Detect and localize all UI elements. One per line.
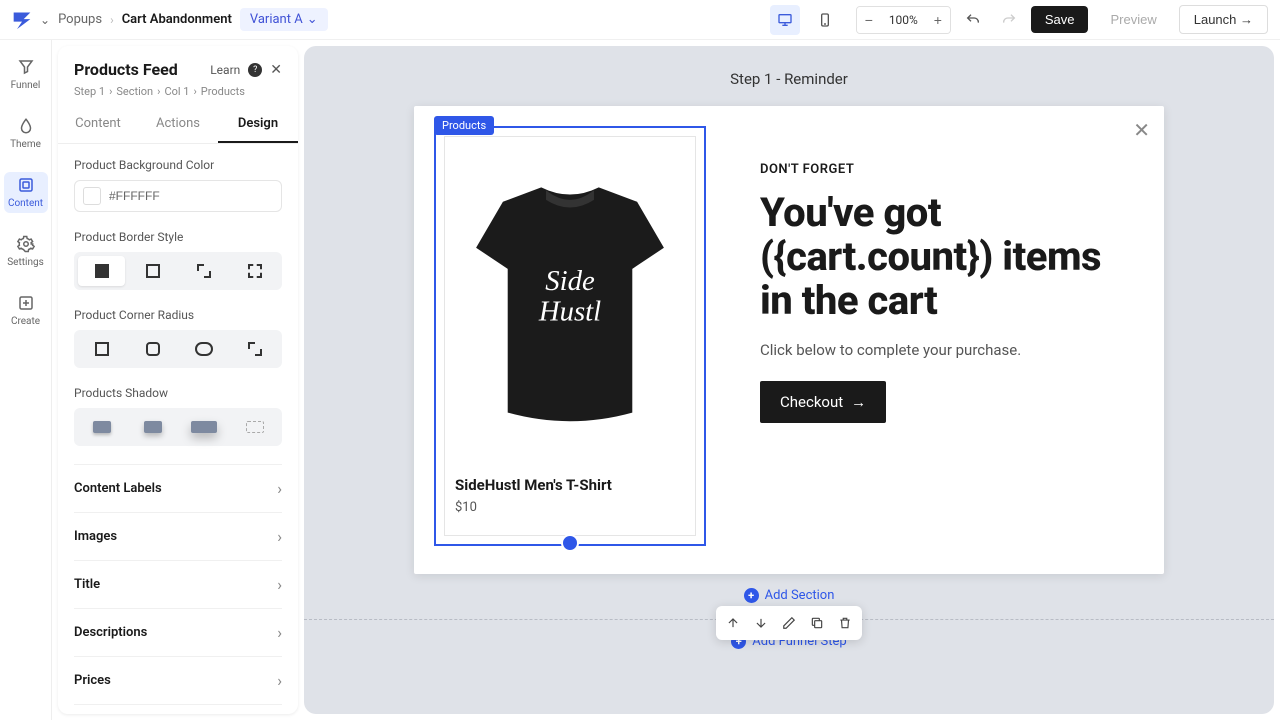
selection-badge: Products bbox=[434, 116, 494, 135]
element-toolbar bbox=[716, 606, 862, 640]
border-solid-option[interactable] bbox=[78, 256, 125, 286]
help-icon[interactable]: ? bbox=[248, 63, 262, 77]
popup-eyebrow: DON'T FORGET bbox=[760, 162, 1130, 177]
delete-button[interactable] bbox=[832, 610, 858, 636]
nav-rail: Funnel Theme Content Settings Create bbox=[0, 40, 52, 720]
radius-none-option[interactable] bbox=[78, 334, 125, 364]
save-button[interactable]: Save bbox=[1031, 6, 1089, 33]
panel-crumb-item[interactable]: Step 1 bbox=[74, 85, 105, 98]
redo-button[interactable] bbox=[995, 6, 1023, 34]
arrow-right-icon: → bbox=[851, 393, 866, 411]
breadcrumb-current[interactable]: Cart Abandonment bbox=[122, 12, 232, 27]
nav-settings[interactable]: Settings bbox=[4, 231, 48, 272]
app-logo[interactable] bbox=[12, 10, 32, 30]
panel-crumb-item[interactable]: Products bbox=[201, 85, 245, 98]
tab-actions[interactable]: Actions bbox=[138, 106, 218, 143]
launch-button[interactable]: Launch → bbox=[1179, 5, 1268, 34]
corner-radius-options bbox=[74, 330, 282, 368]
tab-content[interactable]: Content bbox=[58, 106, 138, 143]
zoom-control: − 100% + bbox=[856, 6, 951, 34]
panel-breadcrumb: Step 1› Section› Col 1› Products bbox=[74, 85, 282, 98]
resize-handle[interactable] bbox=[561, 534, 579, 552]
color-swatch[interactable] bbox=[83, 187, 101, 205]
accordion-content-labels[interactable]: Content Labels› bbox=[74, 464, 282, 512]
add-section-button[interactable]: + Add Section bbox=[744, 588, 835, 603]
chevron-right-icon: › bbox=[277, 479, 282, 498]
chevron-right-icon: › bbox=[277, 623, 282, 642]
checkout-button[interactable]: Checkout → bbox=[760, 381, 886, 423]
zoom-out-button[interactable]: − bbox=[857, 7, 881, 33]
top-bar: ⌄ Popups › Cart Abandonment Variant A ⌄ … bbox=[0, 0, 1280, 40]
panel-crumb-item[interactable]: Section bbox=[116, 85, 153, 98]
tab-design[interactable]: Design bbox=[218, 106, 298, 143]
shadow-options bbox=[74, 408, 282, 446]
move-down-button[interactable] bbox=[748, 610, 774, 636]
accordion-prices[interactable]: Prices› bbox=[74, 656, 282, 704]
border-style-options bbox=[74, 252, 282, 290]
variant-selector[interactable]: Variant A ⌄ bbox=[240, 8, 328, 31]
learn-link[interactable]: Learn bbox=[210, 63, 240, 77]
step-title: Step 1 - Reminder bbox=[730, 70, 848, 88]
product-price: $10 bbox=[455, 500, 685, 515]
nav-theme[interactable]: Theme bbox=[4, 113, 48, 154]
radius-corners-option[interactable] bbox=[231, 334, 278, 364]
chevron-right-icon: › bbox=[110, 13, 114, 27]
accordion-images[interactable]: Images› bbox=[74, 512, 282, 560]
duplicate-button[interactable] bbox=[804, 610, 830, 636]
popup-close-icon[interactable]: ✕ bbox=[1133, 118, 1150, 142]
close-icon[interactable]: ✕ bbox=[270, 62, 282, 78]
shadow-large-option[interactable] bbox=[180, 412, 227, 442]
chevron-right-icon: › bbox=[277, 575, 282, 594]
bg-color-text[interactable] bbox=[109, 189, 273, 203]
move-up-button[interactable] bbox=[720, 610, 746, 636]
accordion-descriptions[interactable]: Descriptions› bbox=[74, 608, 282, 656]
properties-panel: Products Feed Learn ? ✕ Step 1› Section›… bbox=[58, 46, 298, 714]
accordion-variant-picker[interactable]: Variant Picker› bbox=[74, 704, 282, 714]
device-mobile-button[interactable] bbox=[810, 5, 840, 35]
product-name: SideHustl Men's T-Shirt bbox=[455, 476, 685, 494]
zoom-value: 100% bbox=[881, 13, 926, 27]
product-image: Side Hustl bbox=[455, 147, 685, 468]
radius-pill-option[interactable] bbox=[180, 334, 227, 364]
corner-radius-label: Product Corner Radius bbox=[74, 308, 282, 322]
undo-button[interactable] bbox=[959, 6, 987, 34]
panel-title: Products Feed bbox=[74, 60, 178, 79]
svg-text:Hustl: Hustl bbox=[538, 296, 601, 328]
shadow-medium-option[interactable] bbox=[129, 412, 176, 442]
svg-text:Side: Side bbox=[545, 265, 595, 297]
shadow-none-option[interactable] bbox=[231, 412, 278, 442]
panel-crumb-item[interactable]: Col 1 bbox=[164, 85, 189, 98]
panel-tabs: Content Actions Design bbox=[58, 106, 298, 144]
border-outline-option[interactable] bbox=[129, 256, 176, 286]
device-desktop-button[interactable] bbox=[770, 5, 800, 35]
border-dashed-option[interactable] bbox=[231, 256, 278, 286]
shadow-label: Products Shadow bbox=[74, 386, 282, 400]
edit-button[interactable] bbox=[776, 610, 802, 636]
accordion-title[interactable]: Title› bbox=[74, 560, 282, 608]
bg-color-label: Product Background Color bbox=[74, 158, 282, 172]
preview-button[interactable]: Preview bbox=[1096, 6, 1170, 33]
popup-preview: ✕ Products Side Hustl SideHustl bbox=[414, 106, 1164, 574]
nav-create[interactable]: Create bbox=[4, 290, 48, 331]
chevron-down-icon[interactable]: ⌄ bbox=[40, 13, 50, 27]
chevron-down-icon: ⌄ bbox=[307, 12, 318, 27]
border-corners-option[interactable] bbox=[180, 256, 227, 286]
shadow-small-option[interactable] bbox=[78, 412, 125, 442]
border-style-label: Product Border Style bbox=[74, 230, 282, 244]
nav-content[interactable]: Content bbox=[4, 172, 48, 213]
canvas: Step 1 - Reminder ✕ Products Side Hustl bbox=[304, 46, 1274, 714]
radius-small-option[interactable] bbox=[129, 334, 176, 364]
chevron-right-icon: › bbox=[277, 527, 282, 546]
product-card-selected[interactable]: Side Hustl SideHustl Men's T-Shirt $10 bbox=[434, 126, 706, 546]
nav-funnel[interactable]: Funnel bbox=[4, 54, 48, 95]
popup-headline: You've got ({cart.count}) items in the c… bbox=[760, 191, 1130, 323]
chevron-right-icon: › bbox=[277, 671, 282, 690]
bg-color-input[interactable] bbox=[74, 180, 282, 212]
popup-subtext: Click below to complete your purchase. bbox=[760, 341, 1130, 359]
zoom-in-button[interactable]: + bbox=[926, 7, 950, 33]
breadcrumb-root[interactable]: Popups bbox=[58, 12, 102, 27]
plus-icon: + bbox=[744, 588, 759, 603]
variant-label: Variant A bbox=[250, 12, 303, 27]
